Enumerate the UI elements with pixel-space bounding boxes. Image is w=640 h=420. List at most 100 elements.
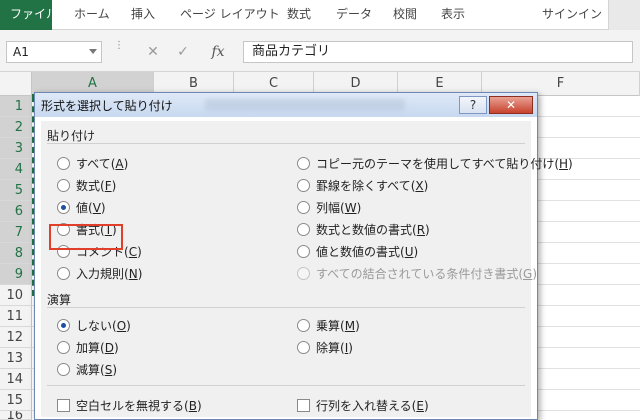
radio-icon[interactable] <box>297 179 310 192</box>
paste-option-formulas[interactable]: 数式(F) <box>57 177 116 194</box>
accesskey: V <box>92 200 101 215</box>
operation-option-multiply[interactable]: 乗算(M) <box>297 317 360 334</box>
radio-icon[interactable] <box>297 223 310 236</box>
row-header-7[interactable]: 7 <box>0 222 32 243</box>
radio-icon[interactable] <box>297 319 310 332</box>
cancel-icon[interactable]: ✕ <box>140 41 166 63</box>
row-header-14[interactable]: 14 <box>0 369 32 390</box>
close-button[interactable]: ✕ <box>489 96 533 114</box>
formula-bar: A1 ⋮ ✕ ✓ fx 商品カテゴリ <box>0 30 640 72</box>
row-header-3[interactable]: 3 <box>0 138 32 159</box>
ribbon-collapse-area[interactable] <box>608 0 640 30</box>
help-button[interactable]: ? <box>459 96 487 114</box>
tab-home[interactable]: ホーム <box>74 0 110 30</box>
accesskey: X <box>415 178 424 193</box>
row-header-4[interactable]: 4 <box>0 159 32 180</box>
ribbon-tab-bar: ファイル ホーム 挿入 ページ レイアウト 数式 データ 校閲 表示 サインイン <box>0 0 640 30</box>
skip-blanks-checkbox[interactable]: 空白セルを無視する(B) <box>57 397 202 414</box>
accesskey: B <box>188 398 197 413</box>
row-header-5[interactable]: 5 <box>0 180 32 201</box>
radio-icon[interactable] <box>297 157 310 170</box>
row-header-8[interactable]: 8 <box>0 243 32 264</box>
tab-file[interactable]: ファイル <box>0 0 58 30</box>
paste-option-all-source-theme[interactable]: コピー元のテーマを使用してすべて貼り付け(H) <box>297 155 573 172</box>
group-divider <box>47 385 525 386</box>
row-header-16[interactable]: 16 <box>0 411 32 420</box>
option-label: 減算 <box>76 363 101 377</box>
transpose-checkbox[interactable]: 行列を入れ替える(E) <box>297 397 429 414</box>
option-label: 乗算 <box>316 319 341 333</box>
accesskey: O <box>116 318 127 333</box>
paste-option-values[interactable]: 値(V) <box>57 199 106 216</box>
radio-icon[interactable] <box>297 245 310 258</box>
radio-checked-icon[interactable] <box>57 201 70 214</box>
option-label: 加算 <box>76 341 101 355</box>
row-header-11[interactable]: 11 <box>0 306 32 327</box>
name-box[interactable]: A1 <box>6 41 102 63</box>
insert-function-icon[interactable]: fx <box>205 41 231 63</box>
blurred-title-region <box>205 99 405 111</box>
option-label: 数式と数値の書式 <box>316 223 413 237</box>
checkbox-icon[interactable] <box>297 399 310 412</box>
row-header-9[interactable]: 9 <box>0 264 32 285</box>
accesskey: U <box>404 244 414 259</box>
paste-option-all[interactable]: すべて(A) <box>57 155 128 172</box>
enter-icon[interactable]: ✓ <box>170 41 196 63</box>
option-label: 行列を入れ替える <box>316 399 412 413</box>
group-divider <box>47 143 525 144</box>
dialog-title: 形式を選択して貼り付け <box>41 99 173 113</box>
radio-icon[interactable] <box>57 363 70 376</box>
paste-option-merge-conditional-formats: すべての結合されている条件付き書式(G) <box>297 265 537 282</box>
tab-page-layout[interactable]: ページ レイアウト <box>180 0 280 30</box>
row-header-1[interactable]: 1 <box>0 96 32 117</box>
accesskey: E <box>416 398 424 413</box>
row-header-6[interactable]: 6 <box>0 201 32 222</box>
radio-icon[interactable] <box>57 157 70 170</box>
operation-option-add[interactable]: 加算(D) <box>57 339 119 356</box>
accesskey: D <box>104 340 114 355</box>
checkbox-icon[interactable] <box>57 399 70 412</box>
row-header-15[interactable]: 15 <box>0 390 32 411</box>
tab-review[interactable]: 校閲 <box>393 0 417 30</box>
radio-icon[interactable] <box>57 267 70 280</box>
row-header-13[interactable]: 13 <box>0 348 32 369</box>
radio-checked-icon[interactable] <box>57 319 70 332</box>
radio-icon[interactable] <box>297 201 310 214</box>
tab-insert[interactable]: 挿入 <box>131 0 155 30</box>
option-label: しない <box>76 319 113 333</box>
paste-option-values-number-formats[interactable]: 値と数値の書式(U) <box>297 243 418 260</box>
dialog-body: 貼り付け すべて(A) 数式(F) 値(V) 書式(T) コメント(C) 入力規… <box>41 121 573 417</box>
radio-icon[interactable] <box>57 179 70 192</box>
option-label: 入力規則 <box>76 267 125 281</box>
operation-option-none[interactable]: しない(O) <box>57 317 131 334</box>
radio-icon[interactable] <box>297 341 310 354</box>
tab-data[interactable]: データ <box>336 0 372 30</box>
signin-link[interactable]: サインイン <box>542 0 602 28</box>
row-header-10[interactable]: 10 <box>0 285 32 306</box>
tab-view[interactable]: 表示 <box>441 0 465 30</box>
paste-option-validation[interactable]: 入力規則(N) <box>57 265 142 282</box>
row-header-2[interactable]: 2 <box>0 117 32 138</box>
paste-option-all-except-borders[interactable]: 罫線を除くすべて(X) <box>297 177 428 194</box>
accesskey: G <box>523 266 533 281</box>
option-label: コピー元のテーマを使用してすべて貼り付け <box>316 157 555 171</box>
resize-handle-icon[interactable]: ⋮ <box>112 41 126 61</box>
paste-group-label: 貼り付け <box>47 129 96 143</box>
dialog-title-bar[interactable]: 形式を選択して貼り付け ? ✕ <box>35 93 537 117</box>
operation-option-subtract[interactable]: 減算(S) <box>57 361 117 378</box>
option-label: 値と数値の書式 <box>316 245 401 259</box>
operation-option-divide[interactable]: 除算(I) <box>297 339 353 356</box>
tab-formulas[interactable]: 数式 <box>287 0 311 30</box>
paste-option-column-widths[interactable]: 列幅(W) <box>297 199 361 216</box>
option-label: 除算 <box>316 341 341 355</box>
option-label: 値 <box>76 201 89 215</box>
chevron-down-icon[interactable] <box>89 49 97 54</box>
select-all-corner[interactable] <box>0 72 32 96</box>
row-header-12[interactable]: 12 <box>0 327 32 348</box>
accesskey: W <box>344 200 357 215</box>
option-label: 数式 <box>76 179 101 193</box>
option-label: すべて <box>76 157 111 171</box>
paste-option-formulas-number-formats[interactable]: 数式と数値の書式(R) <box>297 221 430 238</box>
radio-icon[interactable] <box>57 341 70 354</box>
formula-input[interactable]: 商品カテゴリ <box>243 41 633 63</box>
